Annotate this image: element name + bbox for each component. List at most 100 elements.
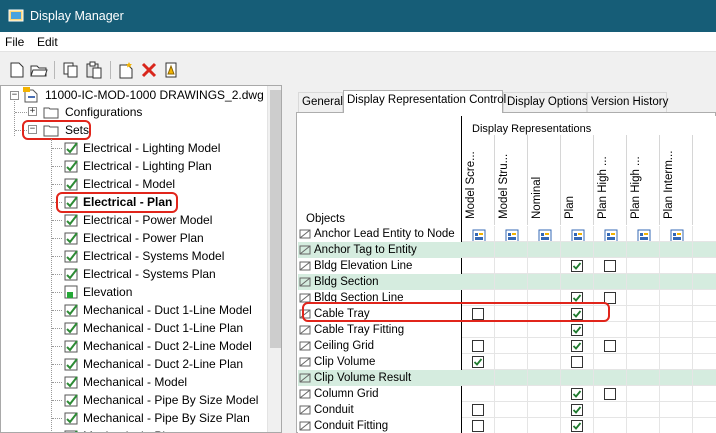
display-set-tree[interactable]: − 11000-IC-MOD-1000 DRAWINGS_2.dwg + Con…	[0, 85, 282, 433]
checkbox-checked[interactable]	[571, 324, 583, 336]
column-header[interactable]: Plan Interm...	[660, 135, 693, 243]
column-header-label: Model Stru...	[498, 153, 510, 219]
column-header-label: Plan	[564, 195, 576, 219]
grid-row[interactable]: Clip Volume	[298, 354, 716, 370]
tab-version-history[interactable]: Version History	[587, 92, 668, 112]
checkbox-unchecked[interactable]	[604, 388, 616, 400]
tree-node-configurations[interactable]: Configurations	[43, 103, 193, 121]
grid-row[interactable]: Conduit Fitting	[298, 418, 716, 433]
checkbox-unchecked[interactable]	[604, 340, 616, 352]
grid-row[interactable]: Bldg Elevation Line	[298, 258, 716, 274]
column-header[interactable]: Plan High ...	[594, 135, 627, 243]
new-icon[interactable]	[8, 61, 26, 79]
grid-row[interactable]: Anchor Lead Entity to Node	[298, 226, 716, 242]
object-cell[interactable]: Cable Tray Fitting	[298, 322, 462, 338]
column-header-label	[695, 135, 709, 219]
configurations-expander[interactable]: +	[28, 107, 37, 116]
checkmark-icon	[572, 390, 582, 398]
checkbox-checked[interactable]	[571, 404, 583, 416]
tab-display-options[interactable]: Display Options	[503, 92, 588, 112]
grid-cell	[627, 322, 660, 338]
tree-item[interactable]: Electrical - Systems Plan	[63, 265, 263, 283]
display-set-icon	[64, 232, 78, 245]
tree-item[interactable]: Mechanical - Duct 1-Line Plan	[63, 319, 263, 337]
checkbox-checked[interactable]	[571, 420, 583, 432]
grid-row[interactable]: Clip Volume Result	[298, 370, 716, 386]
tree-item[interactable]: Elevation	[63, 283, 263, 301]
object-cell[interactable]: Bldg Section	[298, 274, 462, 290]
tree-item-label: Mechanical - Pipe By Size Plan	[83, 411, 250, 425]
checkbox-unchecked[interactable]	[472, 420, 484, 432]
open-icon[interactable]	[30, 61, 48, 79]
object-cell[interactable]: Conduit	[298, 402, 462, 418]
new-style-icon[interactable]	[117, 61, 135, 79]
column-header[interactable]: Nominal	[528, 135, 561, 243]
tree-vertical-scrollbar[interactable]	[267, 86, 281, 432]
checkbox-checked[interactable]	[571, 340, 583, 352]
paste-icon[interactable]	[85, 61, 103, 79]
column-header[interactable]: Model Scre...	[462, 135, 495, 243]
checkbox-checked[interactable]	[571, 260, 583, 272]
grid-cell	[561, 418, 594, 433]
grid-row[interactable]: Conduit	[298, 402, 716, 418]
column-header[interactable]	[693, 135, 716, 225]
grid-row[interactable]: Anchor Tag to Entity	[298, 242, 716, 258]
delete-icon[interactable]	[140, 61, 158, 79]
row-cells	[462, 370, 716, 386]
tab-general[interactable]: General	[298, 92, 343, 112]
grid-cell	[594, 402, 627, 418]
column-header[interactable]: Model Stru...	[495, 135, 528, 243]
tree-item-label: Electrical - Model	[83, 177, 176, 191]
tree-item[interactable]: Electrical - Model	[63, 175, 263, 193]
checkbox-unchecked[interactable]	[604, 260, 616, 272]
column-header[interactable]: Plan	[561, 135, 594, 243]
menu-edit[interactable]: Edit	[37, 35, 58, 49]
tab-display-representation-control[interactable]: Display Representation Control	[343, 90, 506, 113]
tree-item[interactable]: Electrical - Lighting Plan	[63, 157, 263, 175]
checkbox-unchecked[interactable]	[472, 340, 484, 352]
grid-cell	[561, 402, 594, 418]
object-cell[interactable]: Anchor Lead Entity to Node	[298, 226, 462, 242]
tree-item[interactable]: Mechanical - Model	[63, 373, 263, 391]
tree-item[interactable]: Mechanical - Pipe By Size Plan	[63, 409, 263, 427]
checkbox-unchecked[interactable]	[571, 356, 583, 368]
checkmark-icon	[473, 358, 483, 366]
grid-cell	[462, 274, 495, 290]
tree-item[interactable]: Electrical - Lighting Model	[63, 139, 263, 157]
tree-item[interactable]: Electrical - Power Plan	[63, 229, 263, 247]
tree-item[interactable]: Electrical - Power Model	[63, 211, 263, 229]
tree-item[interactable]: Mechanical - Duct 2-Line Model	[63, 337, 263, 355]
grid-row[interactable]: Cable Tray Fitting	[298, 322, 716, 338]
grid-row[interactable]: Bldg Section	[298, 274, 716, 290]
grid-row[interactable]: Ceiling Grid	[298, 338, 716, 354]
tree-root-node[interactable]: 11000-IC-MOD-1000 DRAWINGS_2.dwg	[23, 86, 264, 104]
root-expander[interactable]: −	[10, 91, 19, 100]
object-cell[interactable]: Ceiling Grid	[298, 338, 462, 354]
tree-scrollbar-thumb[interactable]	[270, 90, 281, 348]
tree-item[interactable]: Mechanical - Duct 2-Line Plan	[63, 355, 263, 373]
tree-connector	[52, 274, 62, 275]
window-title: Display Manager	[30, 9, 124, 23]
object-cell[interactable]: Clip Volume Result	[298, 370, 462, 386]
grid-row[interactable]: Column Grid	[298, 386, 716, 402]
object-cell[interactable]: Conduit Fitting	[298, 418, 462, 433]
checkbox-checked[interactable]	[571, 388, 583, 400]
display-representations-header: Display Representations	[472, 123, 592, 135]
tree-item[interactable]: Electrical - Systems Model	[63, 247, 263, 265]
checkbox-unchecked[interactable]	[472, 404, 484, 416]
tree-item[interactable]: Mechanical - Pla	[63, 427, 263, 432]
checkbox-checked[interactable]	[472, 356, 484, 368]
tree-item[interactable]: Mechanical - Pipe By Size Model	[63, 391, 263, 409]
display-set-icon	[64, 376, 78, 389]
menu-file[interactable]: File	[5, 35, 24, 49]
grid-cell	[495, 354, 528, 370]
object-cell[interactable]: Anchor Tag to Entity	[298, 242, 462, 258]
object-cell[interactable]: Bldg Elevation Line	[298, 258, 462, 274]
object-cell[interactable]: Column Grid	[298, 386, 462, 402]
object-cell[interactable]: Clip Volume	[298, 354, 462, 370]
grid-cell	[594, 354, 627, 370]
copy-icon[interactable]	[62, 61, 80, 79]
tree-item[interactable]: Mechanical - Duct 1-Line Model	[63, 301, 263, 319]
column-header[interactable]: Plan High ...	[627, 135, 660, 243]
purge-icon[interactable]	[162, 61, 180, 79]
